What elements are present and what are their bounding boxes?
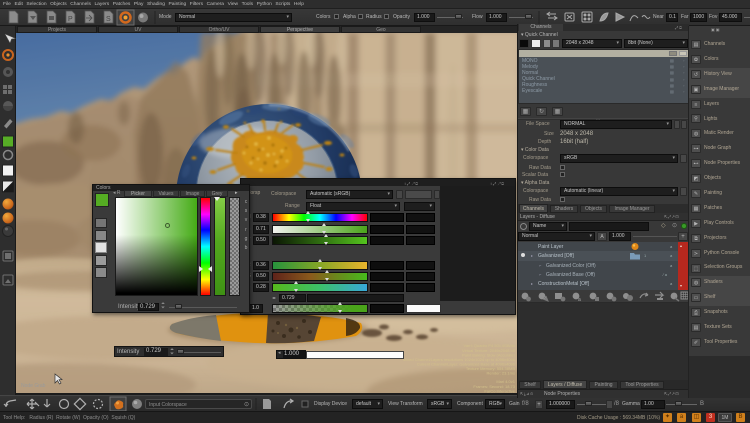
svg-text:P: P — [68, 16, 73, 23]
svg-text:Render: 23.1ms: Render: 23.1ms — [487, 371, 515, 376]
svg-text:S: S — [106, 16, 111, 23]
svg-text:FarCo Interactive: FarCo Interactive — [484, 389, 515, 394]
